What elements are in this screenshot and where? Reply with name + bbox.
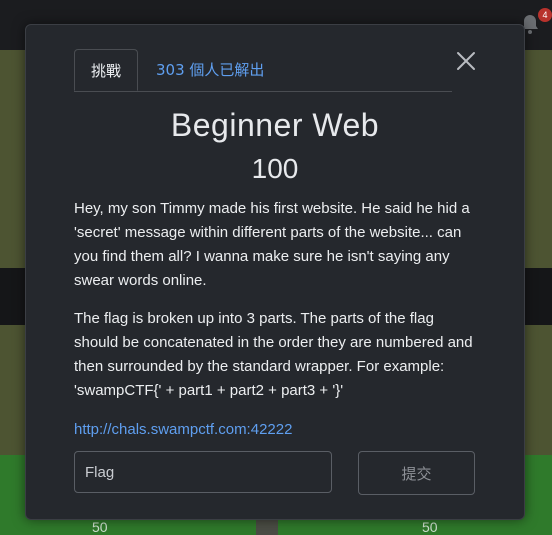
tab-challenge[interactable]: 挑戰 [74, 49, 138, 91]
modal-tabs: 挑戰 303 個人已解出 [74, 49, 452, 92]
background-challenge-points: 50 [422, 519, 438, 535]
notification-badge: 4 [538, 8, 552, 22]
challenge-link[interactable]: http://chals.swampctf.com:42222 [74, 421, 292, 438]
tab-solves[interactable]: 303 個人已解出 [156, 49, 264, 91]
background-challenge-points: 50 [92, 519, 108, 535]
challenge-modal: 挑戰 303 個人已解出 Beginner Web 100 Hey, my so… [25, 24, 525, 520]
challenge-title: Beginner Web [170, 107, 380, 143]
description-paragraph: Hey, my son Timmy made his first website… [74, 200, 470, 289]
challenge-value: 100 [251, 153, 299, 184]
challenge-description: Hey, my son Timmy made his first website… [74, 197, 476, 417]
submit-button[interactable]: 提交 [358, 451, 475, 495]
description-paragraph: The flag is broken up into 3 parts. The … [74, 310, 473, 399]
close-icon[interactable] [454, 49, 478, 73]
flag-input[interactable] [74, 451, 332, 493]
